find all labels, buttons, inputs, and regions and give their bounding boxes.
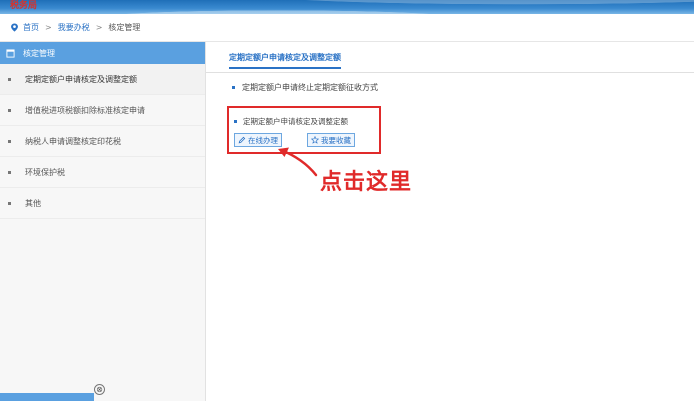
sidebar-item-label: 增值税进项税额扣除标准核定申请 (25, 105, 145, 115)
sidebar-item-stamp-tax[interactable]: 纳税人申请调整核定印花税 (0, 126, 205, 157)
sidebar-item-fixed-quota[interactable]: 定期定额户申请核定及调整定额 (0, 64, 205, 95)
favorite-label: 我要收藏 (321, 135, 351, 145)
banner-decoration (0, 0, 694, 14)
bullet-icon (8, 170, 11, 174)
breadcrumb: 首页 > 我要办税 > 核定管理 (0, 14, 694, 42)
tab-strip: 定期定额户申请核定及调整定额 (206, 42, 694, 73)
bullet-icon (234, 120, 237, 123)
bullet-icon (8, 77, 11, 81)
sidebar-header[interactable]: 核定管理 (0, 42, 205, 64)
annotation-arrow-icon (278, 147, 318, 177)
top-banner: 税务局 (0, 0, 694, 14)
sidebar-item-label: 环境保护税 (25, 167, 65, 177)
sidebar-header-label: 核定管理 (23, 48, 55, 58)
bullet-icon (8, 139, 11, 143)
annotation-label: 点击这里 (320, 170, 413, 195)
sidebar-item-vat-deduction[interactable]: 增值税进项税额扣除标准核定申请 (0, 95, 205, 126)
tab-fixed-quota[interactable]: 定期定额户申请核定及调整定额 (229, 52, 341, 69)
sidebar-item-label: 其他 (25, 198, 41, 208)
list-item-label: 定期定额户申请核定及调整定额 (243, 117, 348, 126)
main-content: 定期定额户申请核定及调整定额 定期定额户申请终止定期定额征收方式 定期定额户申请… (206, 42, 694, 401)
bullet-icon (232, 86, 235, 89)
list-item-adjust-quota: 定期定额户申请核定及调整定额 (234, 116, 348, 127)
breadcrumb-separator: > (45, 23, 52, 32)
location-pin-icon (11, 23, 18, 32)
bullet-icon (8, 201, 11, 205)
list-item-label: 定期定额户申请终止定期定额征收方式 (242, 83, 378, 92)
window-icon (6, 48, 15, 58)
site-logo[interactable]: 税务局 (10, 0, 37, 11)
sidebar: 核定管理 定期定额户申请核定及调整定额 增值税进项税额扣除标准核定申请 纳税人申… (0, 42, 206, 401)
list-item-terminate[interactable]: 定期定额户申请终止定期定额征收方式 (232, 82, 378, 93)
breadcrumb-home-link[interactable]: 首页 (23, 22, 39, 33)
bullet-icon (8, 108, 11, 112)
sidebar-item-other[interactable]: 其他 (0, 188, 205, 219)
sidebar-bottom-bar (0, 393, 94, 401)
sidebar-item-environment-tax[interactable]: 环境保护税 (0, 157, 205, 188)
sidebar-item-label: 纳税人申请调整核定印花税 (25, 136, 121, 146)
sidebar-item-label: 定期定额户申请核定及调整定额 (25, 74, 137, 84)
breadcrumb-tax-link[interactable]: 我要办税 (58, 22, 90, 33)
edit-icon (238, 136, 246, 144)
breadcrumb-current: 核定管理 (108, 23, 141, 32)
close-icon[interactable]: ⊗ (94, 384, 105, 395)
breadcrumb-separator: > (95, 23, 103, 32)
